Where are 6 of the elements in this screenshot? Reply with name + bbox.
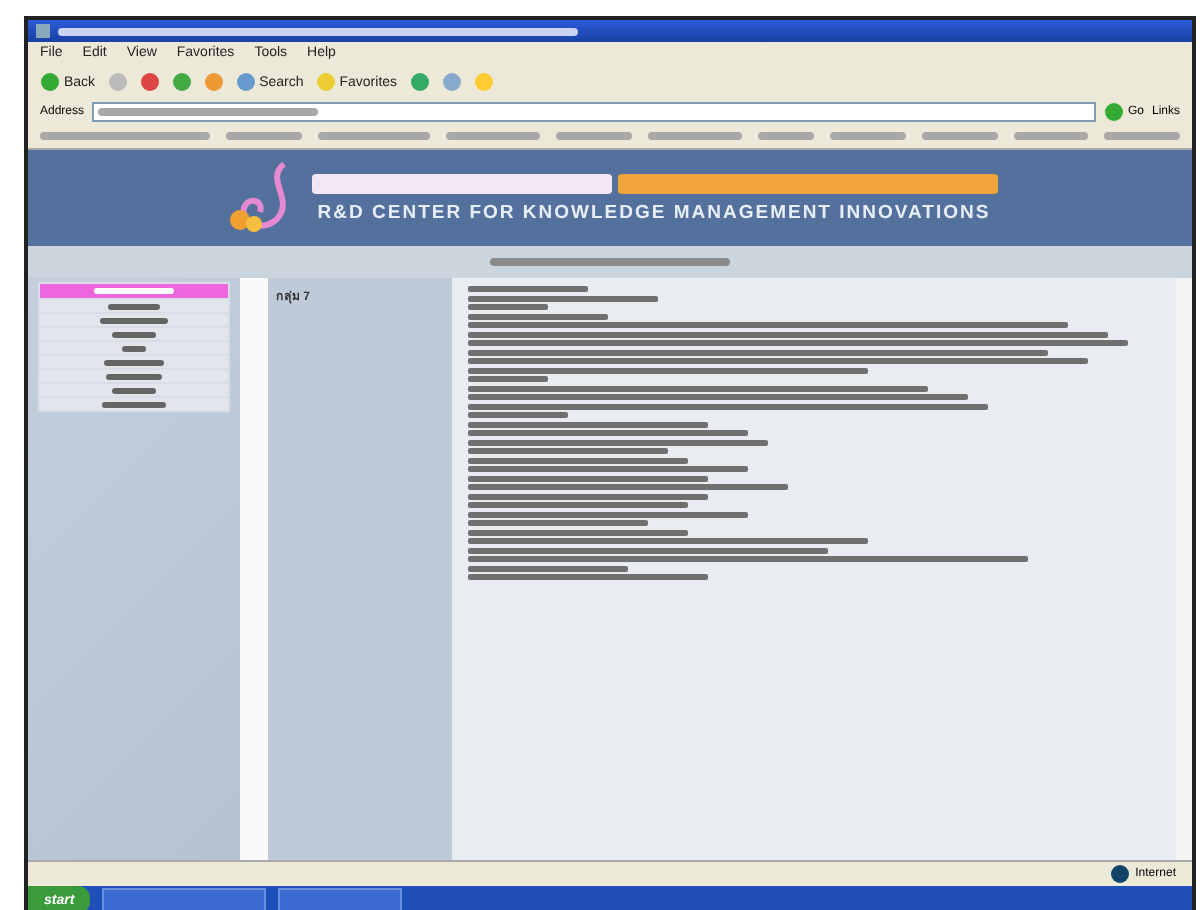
taskbar-button[interactable] [102, 888, 267, 910]
address-field[interactable] [92, 102, 1096, 122]
banner-subtitle: R&D CENTER FOR KNOWLEDGE MANAGEMENT INNOVATIONS [317, 201, 991, 223]
browser-icon [36, 24, 50, 38]
taskbar-button[interactable] [278, 888, 403, 910]
back-icon[interactable] [40, 72, 60, 92]
